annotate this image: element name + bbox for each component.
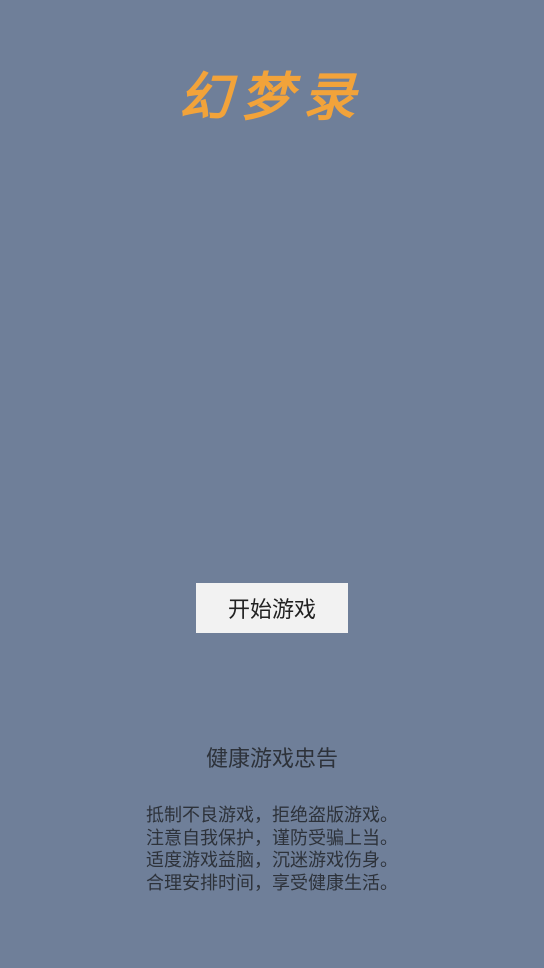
health-notice-line: 抵制不良游戏，拒绝盗版游戏。 — [146, 805, 398, 826]
start-game-button[interactable]: 开始游戏 — [196, 583, 348, 633]
health-notice-title: 健康游戏忠告 — [205, 747, 338, 772]
health-notice-line: 适度游戏益脑，沉迷游戏伤身。 — [146, 850, 398, 871]
health-notice-text: 抵制不良游戏，拒绝盗版游戏。 注意自我保护，谨防受骗上当。 适度游戏益脑，沉迷游… — [0, 805, 544, 895]
game-title: 幻梦录 — [178, 68, 365, 128]
health-notice-line: 注意自我保护，谨防受骗上当。 — [146, 827, 398, 849]
health-notice-line: 合理安排时间，享受健康生活。 — [146, 872, 398, 894]
